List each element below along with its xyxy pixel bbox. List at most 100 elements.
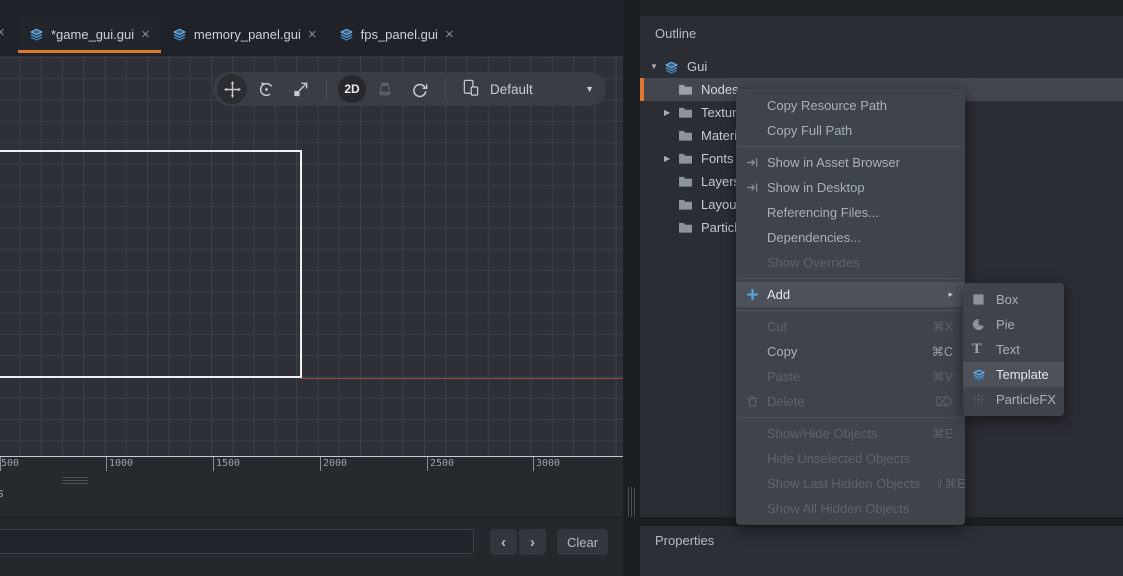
submenu-item-template[interactable]: Template: [963, 362, 1064, 387]
menu-item-show-hide-objects: Show/Hide Objects ⌘E: [736, 421, 965, 446]
tab-close-icon[interactable]: ×: [445, 27, 454, 42]
menu-item-copy[interactable]: Copy ⌘C: [736, 339, 965, 364]
submenu-arrow-icon: ▸: [948, 289, 953, 300]
properties-panel-title: Properties: [655, 533, 714, 548]
menu-item-add[interactable]: Add ▸: [736, 282, 965, 307]
chevron-collapsed-icon[interactable]: ▶: [664, 154, 678, 163]
tab-fps-panel[interactable]: fps_panel.gui ×: [328, 16, 465, 53]
submenu-item-text[interactable]: T Text: [963, 337, 1064, 362]
device-icon: [461, 78, 480, 100]
menu-separator: [736, 275, 965, 282]
menu-item-hide-unselected-objects: Hide Unselected Objects: [736, 446, 965, 471]
folder-icon: [678, 83, 694, 97]
goto-icon: [746, 156, 767, 169]
tab-close-icon[interactable]: ×: [308, 27, 317, 42]
add-submenu: Box Pie T Text Template ParticleFX: [963, 283, 1064, 416]
submenu-item-pie[interactable]: Pie: [963, 312, 1064, 337]
tab-label: *game_gui.gui: [51, 27, 134, 42]
properties-panel: Properties: [640, 526, 1123, 576]
menu-item-copy-full-path[interactable]: Copy Full Path: [736, 118, 965, 143]
tab-label: fps_panel.gui: [361, 27, 438, 42]
console-toolbar: ‹ › Clear: [0, 517, 623, 576]
clipped-panel-tab-label: s: [0, 485, 4, 500]
plus-icon: [746, 288, 767, 301]
gui-file-icon: [29, 27, 44, 42]
panel-divider[interactable]: [623, 0, 640, 576]
tab-memory-panel[interactable]: memory_panel.gui ×: [161, 16, 328, 53]
ruler-label: 2500: [430, 458, 454, 469]
folder-icon: [678, 129, 694, 143]
editor-window: × *game_gui.gui × memory_panel.gui ×: [0, 0, 1123, 576]
gui-template-icon: [664, 60, 680, 74]
perspective-camera-button[interactable]: [370, 74, 400, 104]
outline-panel-title: Outline: [655, 26, 696, 41]
box-node-icon: [972, 293, 996, 306]
menu-item-cut: Cut ⌘X: [736, 314, 965, 339]
ruler-label: 2000: [323, 458, 347, 469]
goto-icon: [746, 181, 767, 194]
x-axis-guide: [300, 378, 623, 379]
toolbar-separator: [326, 78, 327, 100]
layout-profile-dropdown[interactable]: Default ▼: [461, 78, 594, 100]
menu-item-show-last-hidden-objects: Show Last Hidden Objects ⇧⌘E: [736, 471, 965, 496]
menu-item-dependencies[interactable]: Dependencies...: [736, 225, 965, 250]
submenu-item-box[interactable]: Box: [963, 287, 1064, 312]
divider-drag-handle[interactable]: [628, 487, 635, 517]
ruler-label: 3000: [536, 458, 560, 469]
folder-icon: [678, 106, 694, 120]
gui-scene-bounds: [0, 150, 302, 378]
move-tool-button[interactable]: [217, 74, 247, 104]
chevron-expanded-icon[interactable]: ▼: [650, 62, 664, 71]
orbit-camera-button[interactable]: [404, 74, 434, 104]
scale-tool-button[interactable]: [285, 74, 315, 104]
viewport-toolbar: 2D Default ▼: [213, 72, 606, 106]
gui-file-icon: [172, 27, 187, 42]
2d-mode-button[interactable]: 2D: [338, 75, 366, 103]
clipped-tab-close-icon[interactable]: ×: [0, 24, 5, 41]
right-pane-top-edge: [640, 0, 1123, 16]
tree-item-label: Nodes: [701, 82, 739, 97]
text-node-icon: T: [972, 342, 996, 357]
scene-editor-pane: × *game_gui.gui × memory_panel.gui ×: [0, 0, 623, 576]
bottom-panel-header: s: [0, 471, 623, 517]
profile-label: Default: [490, 82, 533, 97]
folder-icon: [678, 198, 694, 212]
console-filter-input[interactable]: [0, 529, 474, 554]
tab-game-gui[interactable]: *game_gui.gui ×: [18, 16, 161, 53]
chevron-collapsed-icon[interactable]: ▶: [664, 108, 678, 117]
menu-item-show-all-hidden-objects: Show All Hidden Objects: [736, 496, 965, 521]
menu-item-delete: Delete ⌦: [736, 389, 965, 414]
menu-separator: [736, 143, 965, 150]
menu-item-copy-resource-path[interactable]: Copy Resource Path: [736, 93, 965, 118]
tab-bar: × *game_gui.gui × memory_panel.gui ×: [0, 0, 623, 56]
pie-node-icon: [972, 318, 996, 331]
scene-viewport[interactable]: 2D Default ▼: [0, 56, 623, 456]
menu-item-show-in-asset-browser[interactable]: Show in Asset Browser: [736, 150, 965, 175]
submenu-item-particlefx[interactable]: ParticleFX: [963, 387, 1064, 412]
ruler-label: 1000: [109, 458, 133, 469]
tree-item-gui[interactable]: ▼ Gui: [640, 55, 1123, 78]
menu-separator: [736, 414, 965, 421]
find-next-button[interactable]: ›: [519, 529, 546, 555]
clear-console-button[interactable]: Clear: [557, 529, 608, 555]
menu-item-referencing-files[interactable]: Referencing Files...: [736, 200, 965, 225]
particlefx-node-icon: [972, 393, 996, 406]
panel-resize-grip[interactable]: [62, 477, 88, 486]
tab-close-icon[interactable]: ×: [141, 27, 150, 42]
menu-item-paste: Paste ⌘V: [736, 364, 965, 389]
menu-item-show-in-desktop[interactable]: Show in Desktop: [736, 175, 965, 200]
horizontal-ruler: 500 1000 1500 2000 2500 3000: [0, 456, 623, 471]
tree-item-label: Fonts: [701, 151, 734, 166]
trash-icon: [746, 395, 767, 408]
tree-item-label: Layers: [701, 174, 740, 189]
rotate-tool-button[interactable]: [251, 74, 281, 104]
ruler-label: 500: [1, 458, 19, 469]
ruler-label: 1500: [216, 458, 240, 469]
folder-icon: [678, 152, 694, 166]
context-menu: Copy Resource Path Copy Full Path Show i…: [736, 89, 965, 525]
find-previous-button[interactable]: ‹: [490, 529, 517, 555]
menu-separator: [736, 307, 965, 314]
folder-icon: [678, 221, 694, 235]
chevron-down-icon: ▼: [585, 84, 594, 94]
tree-item-label: Gui: [687, 59, 707, 74]
